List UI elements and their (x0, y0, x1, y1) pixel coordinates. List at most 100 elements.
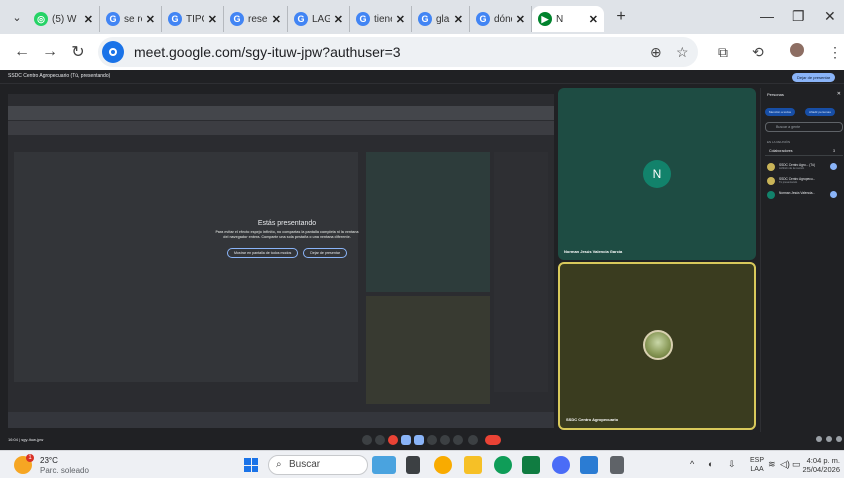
close-tab-icon[interactable]: ✕ (589, 13, 598, 26)
tab-title: N (556, 13, 564, 25)
wifi-icon[interactable]: ≋ (768, 459, 776, 470)
participant-row[interactable]: Norman Jesús Valencia... (765, 190, 843, 202)
forward-icon[interactable]: → (36, 43, 64, 61)
tab-search-chevron-icon[interactable]: ⌄ (6, 6, 28, 28)
browser-tab[interactable]: ◎ (5) W ✕ (28, 6, 100, 32)
whatsapp-icon: ◎ (34, 12, 48, 26)
more-menu-icon[interactable]: ⋮ (828, 44, 842, 61)
close-tab-icon[interactable]: ✕ (146, 13, 155, 26)
stop-presenting-button[interactable]: Dejar de presentar (303, 248, 348, 258)
reactions-button[interactable] (414, 435, 424, 445)
language-indicator[interactable]: ESP LAA (750, 456, 764, 474)
address-bar[interactable]: meet.google.com/sgy-ituw-jpw?authuser=3 … (98, 37, 698, 67)
tab-title: reser (248, 13, 268, 25)
close-window-icon[interactable]: ✕ (824, 8, 836, 25)
show-hidden-icons-icon[interactable]: ^ (690, 459, 694, 469)
browser-tab[interactable]: Gse re ✕ (100, 6, 162, 32)
zoom-icon[interactable]: ⊕ (650, 44, 662, 61)
history-icon[interactable]: ⟲ (752, 44, 764, 61)
meeting-title: SSDC Centro Agropecuario (Tú, presentand… (8, 73, 111, 79)
close-icon[interactable]: ✕ (837, 91, 841, 97)
people-search-input[interactable]: Buscar a gente (765, 122, 843, 132)
bookmark-star-icon[interactable]: ☆ (676, 44, 689, 61)
file-explorer-icon[interactable] (464, 456, 482, 474)
people-panel: Personas ✕ Mención a todos Añadir person… (760, 88, 844, 432)
close-tab-icon[interactable]: ✕ (84, 13, 93, 26)
taskbar-search-input[interactable]: Buscar (268, 455, 368, 475)
minimize-icon[interactable]: — (760, 8, 774, 24)
meet-top-bar: SSDC Centro Agropecuario (Tú, presentand… (0, 70, 844, 84)
edge-icon[interactable] (494, 456, 512, 474)
avatar (767, 191, 775, 199)
start-button[interactable] (244, 458, 258, 472)
chrome-icon[interactable] (434, 456, 452, 474)
browser-tab[interactable]: G TIPO ✕ (162, 6, 224, 32)
close-tab-icon[interactable]: ✕ (272, 13, 281, 26)
browser-tab[interactable]: Gtiene ✕ (350, 6, 412, 32)
google-icon: G (356, 12, 370, 26)
avatar (767, 163, 775, 171)
close-tab-icon[interactable]: ✕ (208, 13, 217, 26)
system-clock[interactable]: 4:04 p. m. 25/04/2026 (800, 456, 840, 474)
usb-icon[interactable]: ⇩ (728, 459, 736, 470)
browser-tab[interactable]: Gglam ✕ (412, 6, 470, 32)
mention-all-button[interactable]: Mención a todos (765, 108, 796, 116)
reload-icon[interactable]: ↻ (64, 42, 92, 62)
word-icon[interactable] (580, 456, 598, 474)
volume-icon[interactable]: ◁) (780, 459, 790, 470)
browser-tab-strip: ⌄ ◎(5) W✕Gse re✕GTIPO✕Greser✕GLAGU✕Gtien… (0, 0, 844, 34)
calculator-icon[interactable] (610, 456, 624, 474)
meeting-details-icon[interactable] (816, 436, 822, 442)
mirrored-taskbar (8, 412, 554, 428)
raise-hand-button[interactable] (427, 435, 437, 445)
more-options-button[interactable] (453, 435, 463, 445)
meet-window: SSDC Centro Agropecuario (Tú, presentand… (0, 70, 844, 450)
profile-avatar[interactable] (790, 43, 804, 57)
camera-button[interactable] (375, 435, 385, 445)
mic-button[interactable] (362, 435, 372, 445)
participant-row[interactable]: SSDC Centro Agro... (Tú) Anfitrión de la… (765, 162, 843, 174)
mirrored-meet-view (14, 152, 358, 382)
extensions-icon[interactable]: ⧉ (718, 44, 728, 61)
leave-call-button[interactable] (485, 435, 501, 445)
stop-presenting-top-button[interactable]: Dejar de presentar (792, 73, 836, 82)
people-icon[interactable] (826, 436, 832, 442)
google-icon: G (106, 12, 120, 26)
close-tab-icon[interactable]: ✕ (516, 13, 525, 26)
close-tab-icon[interactable]: ✕ (396, 13, 405, 26)
presenting-description: Para evitar el efecto espejo infinito, n… (215, 230, 359, 239)
url-text: meet.google.com/sgy-ituw-jpw?authuser=3 (134, 44, 401, 60)
app-icon[interactable] (552, 456, 570, 474)
participant-tile-ssdc[interactable]: SSDC Centro Agropecuario (558, 262, 756, 430)
tab-title: LAGU (312, 13, 330, 25)
participant-row[interactable]: SSDC Centro Agropecu... Tú presentando (765, 176, 843, 188)
excel-icon[interactable] (522, 456, 540, 474)
site-info-icon[interactable] (102, 41, 124, 63)
mirrored-address-bar (8, 121, 554, 135)
show-anyway-button[interactable]: Mostrar en pantalla de todos modos (226, 248, 299, 258)
network-app-icon[interactable]: ◐ (708, 459, 713, 469)
browser-tab[interactable]: Gdónd ✕ (470, 6, 532, 32)
widgets-icon[interactable] (372, 456, 396, 474)
restore-icon[interactable]: ❐ (792, 8, 805, 25)
add-people-button[interactable]: Añadir personas (805, 108, 835, 116)
emoji-button[interactable] (440, 435, 450, 445)
back-icon[interactable]: ← (8, 43, 36, 61)
captions-button[interactable] (388, 435, 398, 445)
browser-tab[interactable]: ▶ N ✕ (532, 6, 604, 32)
windows-taskbar: 1 23°C Parc. soleado Buscar ⌕ ^ ◐ ⇩ ESP … (0, 450, 844, 478)
collaborators-group[interactable]: Colaboradores 3 (765, 146, 843, 156)
chat-icon[interactable] (836, 436, 842, 442)
new-tab-button[interactable]: + (610, 8, 632, 26)
participant-tile-norman[interactable]: N Norman Jesús Valencia García (558, 88, 756, 260)
avatar (643, 330, 673, 360)
info-button[interactable] (468, 435, 478, 445)
present-button[interactable] (401, 435, 411, 445)
task-view-icon[interactable] (406, 456, 420, 474)
browser-tab[interactable]: G LAGU ✕ (288, 6, 350, 32)
browser-tab[interactable]: Greser ✕ (224, 6, 288, 32)
mirrored-tab-strip (8, 106, 554, 120)
mic-indicator-icon (830, 163, 837, 170)
close-tab-icon[interactable]: ✕ (334, 13, 343, 26)
close-tab-icon[interactable]: ✕ (454, 13, 463, 26)
